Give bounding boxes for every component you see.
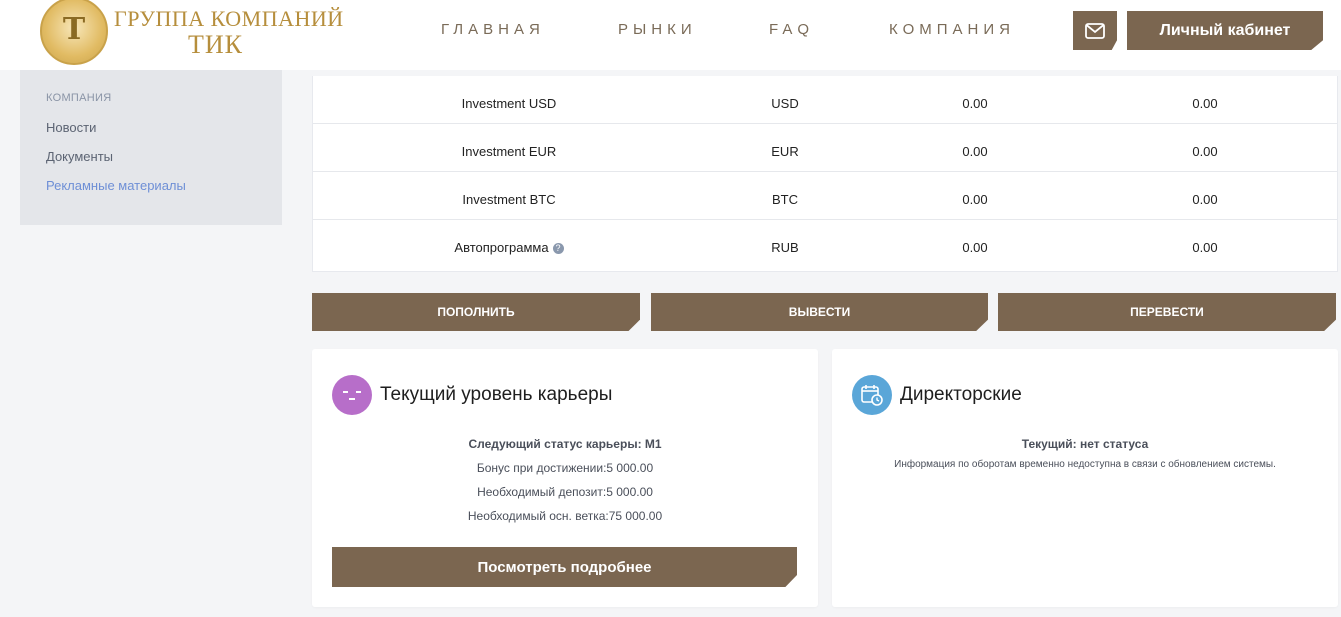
career-card-title: Текущий уровень карьеры <box>380 384 613 405</box>
nav-company[interactable]: КОМПАНИЯ <box>889 21 1015 38</box>
account-name: Investment EUR <box>461 144 557 159</box>
sidebar-item-news[interactable]: Новости <box>46 120 256 135</box>
mail-icon <box>1085 22 1105 39</box>
account-currency: BTC <box>772 192 798 207</box>
account-value: 0.00 <box>1192 240 1218 255</box>
account-value: 0.00 <box>962 96 988 111</box>
directors-card-title: Директорские <box>900 384 1022 405</box>
personal-cabinet-button[interactable]: Личный кабинет <box>1127 11 1323 50</box>
account-currency: EUR <box>771 144 799 159</box>
table-row: Автопрограмма? RUB 0.00 0.00 <box>313 220 1337 268</box>
account-value: 0.00 <box>962 144 988 159</box>
directors-info-text: Информация по оборотам временно недоступ… <box>894 459 1276 470</box>
career-bonus: Бонус при достижении:5 000.00 <box>476 461 654 475</box>
table-row: Investment BTC BTC 0.00 0.00 <box>313 172 1337 220</box>
directors-current-status: Текущий: нет статуса <box>1021 437 1149 451</box>
directors-card: Директорские Текущий: нет статуса Информ… <box>832 349 1338 607</box>
deposit-button[interactable]: ПОПОЛНИТЬ <box>312 293 640 331</box>
sidebar-item-promo-materials[interactable]: Рекламные материалы <box>46 178 256 193</box>
career-deposit-required: Необходимый депозит:5 000.00 <box>477 485 653 499</box>
withdraw-button[interactable]: ВЫВЕСТИ <box>651 293 988 331</box>
account-value: 0.00 <box>1192 192 1218 207</box>
logo-text: ГРУППА КОМПАНИЙ ТИК <box>114 8 344 58</box>
nav-faq[interactable]: FAQ <box>769 21 814 38</box>
sidebar-item-documents[interactable]: Документы <box>46 149 256 164</box>
mail-button[interactable] <box>1073 11 1117 50</box>
account-value: 0.00 <box>1192 96 1218 111</box>
top-header: T ГРУППА КОМПАНИЙ ТИК ГЛАВНАЯ РЫНКИ FAQ … <box>0 0 1341 70</box>
logo-line1: ГРУППА КОМПАНИЙ <box>114 6 344 31</box>
career-card: Текущий уровень карьеры Следующий статус… <box>312 349 818 607</box>
career-card-body: Следующий статус карьеры: M1 Бонус при д… <box>312 437 818 523</box>
account-name: Investment USD <box>461 96 557 111</box>
next-career-status: Следующий статус карьеры: M1 <box>468 437 662 451</box>
directors-card-body: Текущий: нет статуса Информация по оборо… <box>832 437 1338 470</box>
table-row: Investment EUR EUR 0.00 0.00 <box>313 124 1337 172</box>
account-value: 0.00 <box>962 240 988 255</box>
calendar-icon <box>852 375 892 415</box>
sidebar: КОМПАНИЯ Новости Документы Рекламные мат… <box>20 70 282 225</box>
sidebar-section-title: КОМПАНИЯ <box>46 92 112 104</box>
nav-main[interactable]: ГЛАВНАЯ <box>441 21 545 38</box>
account-name-cell: Автопрограмма? <box>313 220 705 268</box>
transfer-button[interactable]: ПЕРЕВЕСТИ <box>998 293 1336 331</box>
account-value: 0.00 <box>962 192 988 207</box>
logo[interactable]: T ГРУППА КОМПАНИЙ ТИК <box>40 0 344 66</box>
directors-card-header: Директорские <box>852 375 1022 415</box>
face-icon <box>332 375 372 415</box>
tree-logo-icon: T <box>40 0 108 65</box>
account-currency: USD <box>771 96 799 111</box>
account-currency: RUB <box>771 240 799 255</box>
account-value: 0.00 <box>1192 144 1218 159</box>
nav-markets[interactable]: РЫНКИ <box>618 21 697 38</box>
account-name: Автопрограмма <box>454 240 549 255</box>
account-name: Investment BTC <box>462 192 556 207</box>
help-icon[interactable]: ? <box>552 243 564 255</box>
logo-line2: ТИК <box>188 30 243 59</box>
table-row: Investment USD USD 0.00 0.00 <box>313 76 1337 124</box>
career-branch-required: Необходимый осн. ветка:75 000.00 <box>467 509 663 523</box>
career-card-header: Текущий уровень карьеры <box>332 375 612 415</box>
accounts-table: Investment USD USD 0.00 0.00 Investment … <box>312 76 1338 272</box>
view-details-button[interactable]: Посмотреть подробнее <box>332 547 797 587</box>
